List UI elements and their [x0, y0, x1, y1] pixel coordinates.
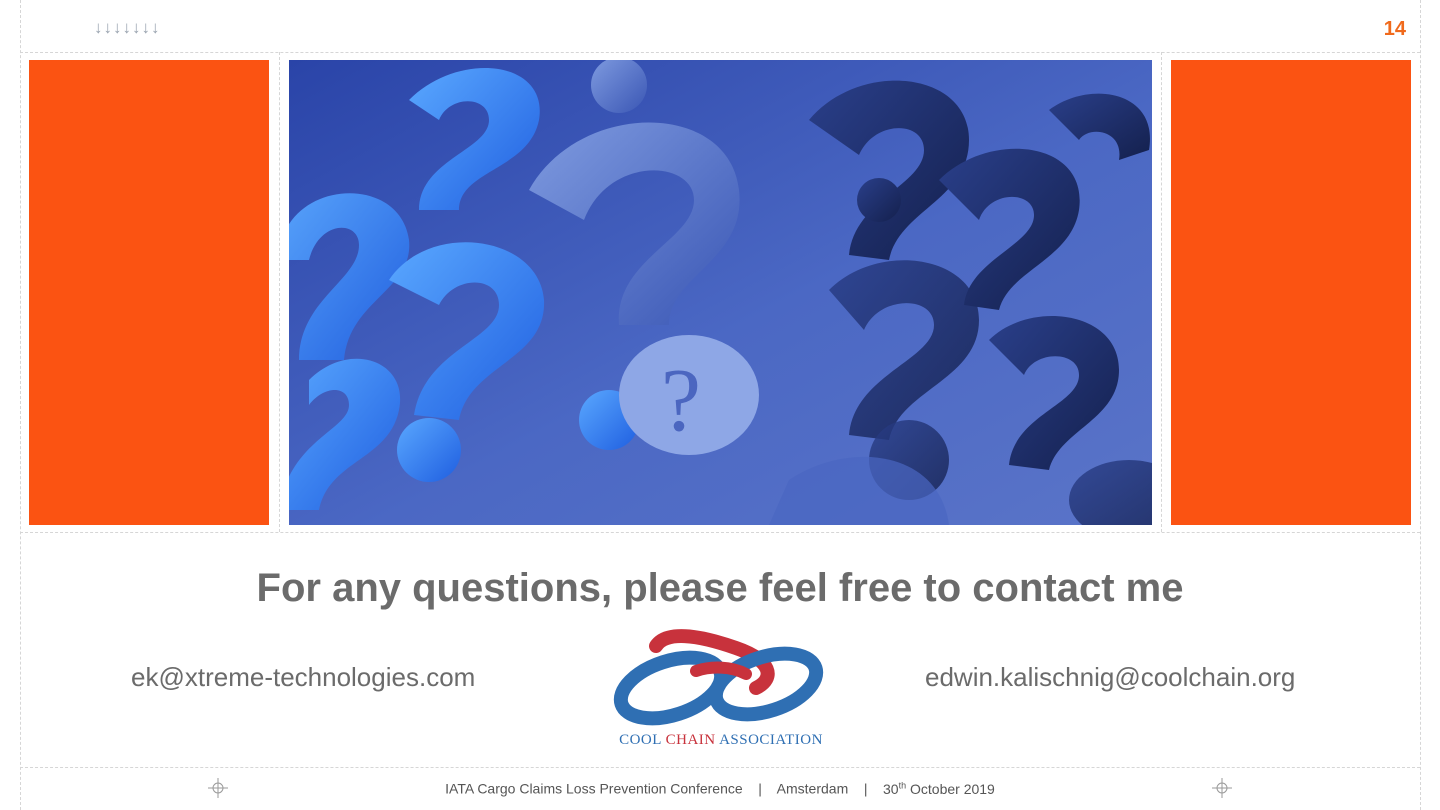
footer-separator: | [863, 780, 868, 797]
footer-date-rest: October 2019 [910, 780, 995, 797]
footer-separator: | [758, 780, 762, 797]
footer-city: Amsterdam [776, 780, 849, 797]
footer: IATA Cargo Claims Loss Prevention Confer… [0, 780, 1440, 797]
logo-text: COOL CHAIN ASSOCIATION [596, 732, 846, 749]
email-coolchain[interactable]: edwin.kalischnig@coolchain.org [925, 662, 1295, 693]
footer-date-day: 30 [883, 780, 899, 797]
logo-word-association: ASSOCIATION [719, 732, 823, 748]
guide-line [20, 767, 1420, 768]
footer-date: 30th October 2019 [883, 780, 995, 797]
chain-links-icon [613, 629, 824, 726]
down-arrow-icons: ↓↓↓↓↓↓↓ [94, 18, 161, 37]
guide-line [20, 0, 21, 810]
question-mark-image: ? [289, 60, 1152, 525]
svg-text:?: ? [661, 351, 701, 450]
logo-word-cool: COOL [619, 732, 662, 748]
guide-line [20, 52, 1420, 53]
contact-heading: For any questions, please feel free to c… [256, 566, 1184, 610]
guide-line [1161, 52, 1162, 532]
guide-line [20, 532, 1420, 533]
orange-panel-left [29, 60, 269, 525]
footer-conference: IATA Cargo Claims Loss Prevention Confer… [445, 780, 743, 797]
guide-line [279, 52, 280, 532]
logo-word-chain: CHAIN [665, 732, 716, 748]
email-xtreme[interactable]: ek@xtreme-technologies.com [131, 662, 475, 693]
page-number: 14 [1383, 18, 1406, 40]
footer-date-suffix: th [898, 780, 907, 790]
cool-chain-association-logo: COOL CHAIN ASSOCIATION [596, 626, 846, 750]
orange-panel-right [1171, 60, 1411, 525]
guide-line [1420, 0, 1421, 810]
